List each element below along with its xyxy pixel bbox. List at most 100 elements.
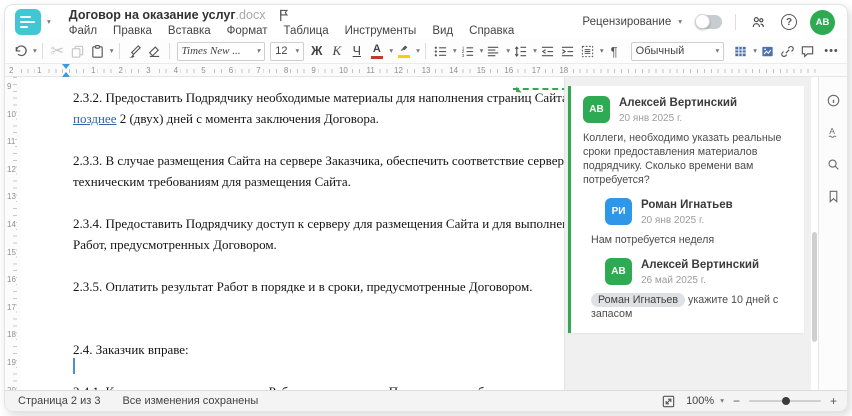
align-caret[interactable]: ▾ [506, 47, 510, 55]
ruler-number: 12 [392, 65, 405, 76]
text-run: техническим требованиям для размещения С… [73, 174, 351, 189]
info-icon[interactable] [824, 91, 842, 109]
copy-icon[interactable] [68, 41, 87, 62]
comment[interactable]: АВ Алексей Вертинский 20 янв 2025 г. Коллег… [583, 96, 794, 187]
user-avatar[interactable]: АВ [810, 9, 835, 35]
text-line: 2.4. Заказчик вправе: [73, 342, 555, 363]
paste-caret[interactable]: ▾ [110, 47, 114, 55]
comment-text: Коллеги, необходимо указать реальные сро… [583, 132, 782, 186]
ruler-number: 16 [502, 65, 516, 76]
font-size-select[interactable]: 12 ▾ [270, 41, 305, 61]
font-color-caret[interactable]: ▾ [389, 47, 393, 55]
paragraph-settings-icon[interactable] [578, 41, 597, 62]
indent-icon[interactable] [558, 41, 577, 62]
search-icon[interactable] [824, 155, 842, 173]
text-line: позднее 2 (двух) дней с момента заключен… [73, 111, 555, 132]
highlight-caret[interactable]: ▾ [416, 47, 420, 55]
table-icon[interactable] [731, 41, 750, 62]
zoom-select[interactable]: 100% ▾ [686, 395, 724, 407]
ruler-number: 9 [7, 81, 12, 92]
menu-item-1[interactable]: Правка [113, 25, 152, 37]
paragraph-settings-caret[interactable]: ▾ [600, 47, 604, 55]
bullet-list-caret[interactable]: ▾ [453, 47, 457, 55]
cut-icon[interactable]: ✂ [48, 41, 67, 62]
font-family-select[interactable]: Times New ... ▾ [176, 41, 266, 61]
mention-pill[interactable]: Роман Игнатьев [591, 293, 686, 307]
zoom-slider-handle[interactable] [781, 397, 790, 405]
spellcheck-icon[interactable]: А [824, 123, 842, 141]
app-menu-caret-icon[interactable]: ▾ [47, 18, 51, 26]
svg-text:А: А [829, 125, 835, 135]
app-window: ▾ Договор на оказание услуг .docx Файл Пр… [4, 4, 848, 412]
ruler-number: 13 [419, 65, 433, 76]
vertical-ruler[interactable]: 9 10 11 12 13 14 15 16 17 18 19 20 [5, 77, 21, 390]
undo-caret[interactable]: ▾ [33, 47, 37, 55]
horizontal-ruler[interactable]: 2 1 1 2 3 4 5 6 7 8 9 10 11 12 13 14 15 16 17 18 [5, 64, 847, 77]
zoom-in-icon[interactable]: + [830, 394, 837, 408]
eraser-icon[interactable] [145, 41, 164, 62]
paste-icon[interactable] [88, 41, 107, 62]
menu-item-4[interactable]: Таблица [284, 25, 329, 37]
image-icon[interactable] [758, 41, 777, 62]
highlight-icon[interactable] [394, 41, 413, 62]
page-indicator[interactable]: Страница 2 из 3 [18, 395, 100, 407]
flag-icon[interactable] [277, 8, 292, 23]
outdent-icon[interactable] [538, 41, 557, 62]
text-line: 2.3.5. Оплатить результат Работ в порядк… [73, 279, 555, 300]
menu-item-2[interactable]: Вставка [168, 25, 211, 37]
zoom-slider[interactable] [748, 397, 821, 405]
underline-button[interactable]: Ч [347, 41, 366, 62]
menu-item-3[interactable]: Формат [227, 25, 268, 37]
app-logo-icon[interactable] [15, 9, 41, 35]
text-line: 2.3.4. Предоставить Подрядчику доступ к … [73, 216, 582, 237]
menu-item-0[interactable]: Файл [69, 25, 97, 37]
review-mode-dropdown[interactable]: Рецензирование ▾ [582, 16, 682, 28]
text-line: 2.3.3. В случае размещения Сайта на серв… [73, 153, 570, 174]
text-run: 2 (двух) дней с момента заключения Догов… [116, 111, 379, 126]
ruler-number: 16 [7, 274, 16, 286]
more-icon[interactable]: ••• [822, 41, 841, 62]
ruler-number: 18 [7, 329, 16, 341]
line-spacing-icon[interactable] [511, 41, 530, 62]
link-icon[interactable] [778, 41, 797, 62]
ruler-number: 15 [7, 246, 16, 258]
bookmark-icon[interactable] [824, 187, 842, 205]
comment-thread[interactable]: АВ Алексей Вертинский 20 янв 2025 г. Коллег… [568, 86, 804, 333]
comment-date: 26 май 2025 г. [641, 275, 706, 286]
menu-item-5[interactable]: Инструменты [345, 25, 417, 37]
fit-width-icon[interactable] [659, 392, 677, 410]
scrollbar[interactable] [811, 77, 818, 390]
numbered-list-caret[interactable]: ▾ [480, 47, 484, 55]
right-sidebar: А [818, 77, 847, 390]
svg-text:3: 3 [461, 52, 464, 57]
table-caret[interactable]: ▾ [753, 47, 757, 55]
bold-button[interactable]: Ж [307, 41, 326, 62]
ruler-number: 20 [7, 384, 16, 390]
italic-button[interactable]: К [327, 41, 346, 62]
document-page[interactable]: 2.3.2. Предоставить Подрядчику необходим… [21, 77, 584, 390]
ruler-number: 1 [89, 65, 98, 76]
undo-icon[interactable] [11, 41, 30, 62]
comment-reply[interactable]: РИ Роман Игнатьев 20 янв 2025 г. Нам потреб… [583, 198, 794, 247]
format-painter-icon[interactable] [125, 41, 144, 62]
paragraph-style-select[interactable]: Обычный ▾ [630, 41, 725, 61]
ruler-number: 14 [7, 219, 16, 230]
comment-icon[interactable] [798, 41, 817, 62]
comment-reply[interactable]: АВ Алексей Вертинский 26 май 2025 г. Роман … [583, 258, 794, 321]
font-color-icon[interactable]: А [367, 41, 386, 62]
numbered-list-icon[interactable]: 123 [458, 41, 477, 62]
bullet-list-icon[interactable] [431, 41, 450, 62]
chevron-down-icon: ▾ [678, 17, 682, 27]
review-toggle[interactable] [695, 14, 722, 29]
line-spacing-caret[interactable]: ▾ [533, 47, 537, 55]
help-icon[interactable]: ? [781, 14, 797, 30]
align-left-icon[interactable] [484, 41, 503, 62]
zoom-out-icon[interactable]: − [733, 394, 740, 408]
menu-item-7[interactable]: Справка [469, 25, 514, 37]
menu-item-6[interactable]: Вид [432, 25, 453, 37]
scrollbar-thumb[interactable] [812, 232, 817, 342]
indent-marker-left[interactable] [62, 68, 70, 77]
pilcrow-icon[interactable]: ¶ [605, 41, 624, 62]
comments-panel: АВ Алексей Вертинский 20 янв 2025 г. Коллег… [564, 77, 811, 390]
collaboration-icon[interactable] [749, 12, 768, 33]
